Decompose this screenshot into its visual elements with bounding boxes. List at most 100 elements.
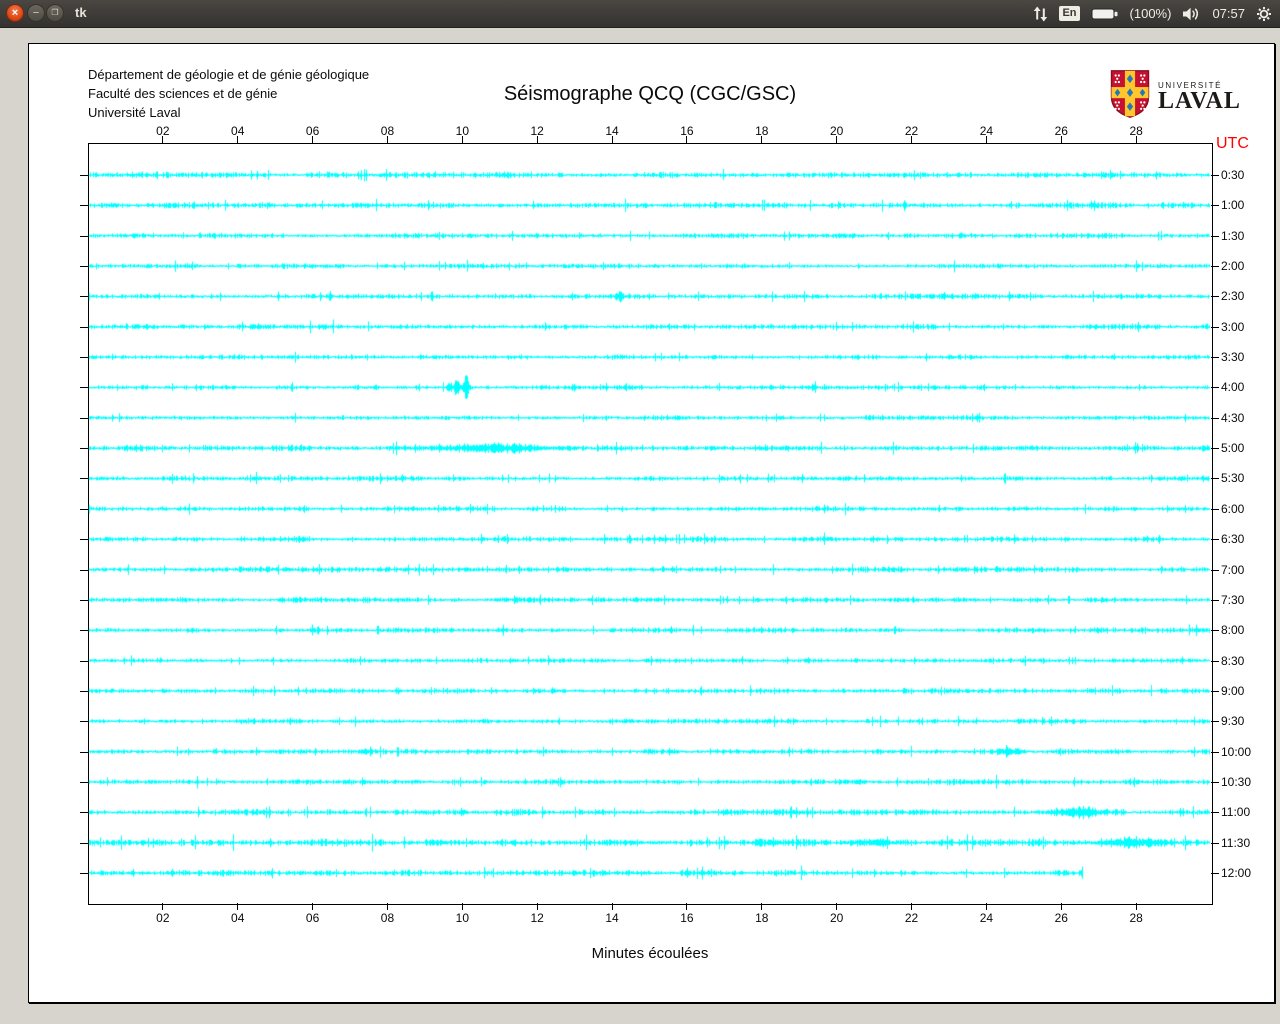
x-tick-bottom bbox=[1136, 903, 1137, 910]
trace-tick-right bbox=[1211, 691, 1219, 692]
utc-axis-label: UTC bbox=[1216, 135, 1249, 153]
trace-tick-left bbox=[80, 630, 88, 631]
x-tick-label-top: 10 bbox=[448, 124, 476, 138]
window-maximize-button[interactable]: ❒ bbox=[46, 4, 64, 22]
trace-tick-right bbox=[1211, 296, 1219, 297]
trace-tick-right bbox=[1211, 357, 1219, 358]
x-axis-title: Minutes écoulées bbox=[450, 945, 850, 962]
utc-row-label: 8:00 bbox=[1221, 623, 1244, 637]
x-tick-label-top: 14 bbox=[598, 124, 626, 138]
trace-tick-left bbox=[80, 843, 88, 844]
x-tick-label-bottom: 18 bbox=[748, 911, 776, 925]
window-minimize-button[interactable]: − bbox=[27, 4, 45, 22]
x-tick-label-top: 22 bbox=[898, 124, 926, 138]
trace-tick-left bbox=[80, 570, 88, 571]
x-tick-label-bottom: 04 bbox=[224, 911, 252, 925]
utc-row-label: 5:00 bbox=[1221, 441, 1244, 455]
trace-tick-left bbox=[80, 327, 88, 328]
trace-tick-right bbox=[1211, 387, 1219, 388]
x-tick-label-top: 18 bbox=[748, 124, 776, 138]
window-title: tk bbox=[75, 5, 87, 20]
x-tick-bottom bbox=[911, 903, 912, 910]
x-tick-bottom bbox=[387, 903, 388, 910]
trace-tick-left bbox=[80, 478, 88, 479]
utc-row-label: 7:00 bbox=[1221, 563, 1244, 577]
trace-tick-left bbox=[80, 205, 88, 206]
trace-tick-right bbox=[1211, 327, 1219, 328]
x-tick-label-top: 06 bbox=[299, 124, 327, 138]
utc-row-label: 11:30 bbox=[1221, 836, 1250, 850]
institution-line-1: Département de géologie et de génie géol… bbox=[88, 65, 369, 84]
laval-shield-icon bbox=[1109, 69, 1151, 124]
trace-tick-left bbox=[80, 661, 88, 662]
trace-tick-right bbox=[1211, 418, 1219, 419]
laval-logo: UNIVERSITÉ LAVAL bbox=[1109, 69, 1241, 124]
trace-tick-left bbox=[80, 175, 88, 176]
institution-line-3: Université Laval bbox=[88, 103, 369, 122]
x-tick-label-bottom: 10 bbox=[448, 911, 476, 925]
utc-row-label: 2:00 bbox=[1221, 259, 1244, 273]
x-tick-label-bottom: 20 bbox=[823, 911, 851, 925]
utc-row-label: 7:30 bbox=[1221, 593, 1244, 607]
x-tick-label-bottom: 24 bbox=[972, 911, 1000, 925]
x-tick-bottom bbox=[612, 903, 613, 910]
x-tick-bottom bbox=[836, 903, 837, 910]
x-tick-bottom bbox=[1061, 903, 1062, 910]
x-tick-label-bottom: 28 bbox=[1122, 911, 1150, 925]
x-tick-label-bottom: 08 bbox=[373, 911, 401, 925]
window-titlebar[interactable]: × − ❒ tk En bbox=[0, 0, 1280, 28]
x-tick-label-bottom: 12 bbox=[523, 911, 551, 925]
utc-row-label: 10:30 bbox=[1221, 775, 1251, 789]
trace-tick-right bbox=[1211, 782, 1219, 783]
x-tick-label-top: 12 bbox=[523, 124, 551, 138]
x-tick-bottom bbox=[686, 903, 687, 910]
trace-tick-right bbox=[1211, 812, 1219, 813]
trace-tick-right bbox=[1211, 266, 1219, 267]
x-tick-label-top: 08 bbox=[373, 124, 401, 138]
clock[interactable]: 07:57 bbox=[1212, 6, 1245, 21]
utc-row-label: 9:30 bbox=[1221, 714, 1244, 728]
battery-percentage[interactable]: (100%) bbox=[1130, 6, 1172, 21]
x-tick-bottom bbox=[237, 903, 238, 910]
x-tick-label-top: 20 bbox=[823, 124, 851, 138]
battery-icon[interactable] bbox=[1091, 7, 1119, 21]
utc-row-label: 8:30 bbox=[1221, 654, 1244, 668]
trace-tick-left bbox=[80, 873, 88, 874]
utc-row-label: 11:00 bbox=[1221, 805, 1250, 819]
trace-tick-left bbox=[80, 691, 88, 692]
trace-tick-left bbox=[80, 296, 88, 297]
trace-tick-right bbox=[1211, 539, 1219, 540]
trace-tick-left bbox=[80, 812, 88, 813]
trace-tick-right bbox=[1211, 600, 1219, 601]
desktop: × − ❒ tk En bbox=[0, 0, 1280, 1024]
trace-tick-left bbox=[80, 782, 88, 783]
x-tick-label-top: 02 bbox=[149, 124, 177, 138]
x-tick-label-bottom: 02 bbox=[149, 911, 177, 925]
trace-tick-left bbox=[80, 539, 88, 540]
trace-tick-left bbox=[80, 509, 88, 510]
utc-row-label: 4:00 bbox=[1221, 380, 1244, 394]
utc-row-label: 5:30 bbox=[1221, 471, 1244, 485]
x-tick-label-top: 26 bbox=[1047, 124, 1075, 138]
keyboard-layout-indicator[interactable]: En bbox=[1059, 6, 1079, 21]
x-tick-bottom bbox=[462, 903, 463, 910]
x-tick-label-bottom: 16 bbox=[673, 911, 701, 925]
trace-tick-right bbox=[1211, 205, 1219, 206]
trace-tick-right bbox=[1211, 630, 1219, 631]
session-gear-icon[interactable] bbox=[1256, 6, 1272, 22]
trace-tick-left bbox=[80, 721, 88, 722]
trace-tick-left bbox=[80, 600, 88, 601]
trace-tick-left bbox=[80, 266, 88, 267]
volume-icon[interactable] bbox=[1182, 7, 1201, 21]
trace-tick-right bbox=[1211, 478, 1219, 479]
network-updown-icon[interactable] bbox=[1033, 6, 1048, 22]
x-tick-label-top: 16 bbox=[673, 124, 701, 138]
trace-tick-right bbox=[1211, 509, 1219, 510]
trace-tick-right bbox=[1211, 661, 1219, 662]
utc-row-label: 2:30 bbox=[1221, 289, 1244, 303]
x-tick-label-top: 04 bbox=[224, 124, 252, 138]
utc-row-label: 10:00 bbox=[1221, 745, 1251, 759]
utc-row-label: 1:00 bbox=[1221, 198, 1244, 212]
window-close-button[interactable]: × bbox=[6, 4, 24, 22]
trace-tick-left bbox=[80, 357, 88, 358]
